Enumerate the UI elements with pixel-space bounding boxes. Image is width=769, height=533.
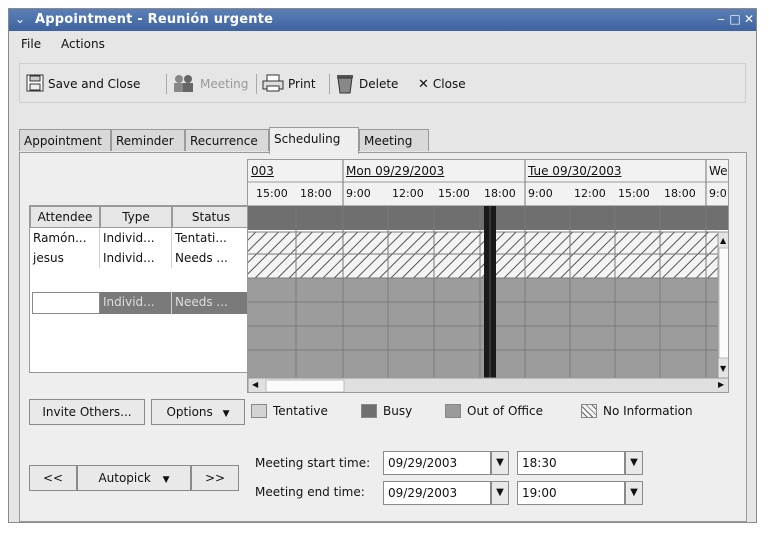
time-label: 15:00: [618, 187, 650, 200]
tab-meeting[interactable]: Meeting: [359, 129, 429, 151]
scroll-left-icon[interactable]: ◀: [252, 380, 258, 389]
meeting-label: Meeting: [200, 77, 249, 91]
menu-bar: File Actions: [9, 33, 756, 55]
toolbar-divider: [329, 74, 330, 94]
options-label: Options: [166, 405, 213, 419]
save-close-button[interactable]: Save and Close: [26, 72, 140, 96]
attendee-column-header[interactable]: Attendee: [30, 206, 100, 228]
start-date-field[interactable]: 09/29/2003: [383, 451, 491, 475]
title-bar[interactable]: ⌄ Appointment - Reunión urgente ‒ □ ✕: [9, 9, 756, 31]
legend-no-information: No Information: [581, 401, 693, 421]
time-label: 18:00: [664, 187, 696, 200]
toolbar-divider: [166, 74, 167, 94]
close-window-icon[interactable]: ✕: [742, 12, 756, 26]
end-date-field[interactable]: 09/29/2003: [383, 481, 491, 505]
date-label: 003: [251, 164, 274, 178]
start-time-dropdown[interactable]: ▼: [625, 451, 643, 475]
floppy-disk-icon: [26, 74, 44, 95]
printer-icon: [262, 74, 284, 95]
options-button[interactable]: Options ▼: [151, 399, 245, 425]
maximize-icon[interactable]: □: [728, 12, 742, 26]
schedule-grid[interactable]: 003 Mon 09/29/2003 Tue 09/30/2003 We 15:…: [247, 159, 729, 393]
time-label: 15:00: [256, 187, 288, 200]
status-column-header[interactable]: Status: [172, 206, 250, 228]
chevron-down-icon: ▼: [162, 475, 170, 485]
autopick-label: Autopick: [98, 471, 151, 485]
window-title: Appointment - Reunión urgente: [35, 12, 274, 27]
tentative-swatch: [251, 404, 267, 418]
busy-swatch: [361, 404, 377, 418]
invite-others-button[interactable]: Invite Others...: [29, 399, 145, 425]
tab-reminder[interactable]: Reminder: [111, 129, 185, 151]
window-menu-icon[interactable]: ⌄: [15, 12, 29, 26]
date-label: We: [709, 164, 728, 178]
new-attendee-type[interactable]: Individ...: [100, 292, 172, 314]
date-label: Mon 09/29/2003: [346, 164, 445, 178]
menu-actions[interactable]: Actions: [61, 37, 105, 51]
date-label: Tue 09/30/2003: [528, 164, 622, 178]
new-attendee-status[interactable]: Needs ...: [172, 292, 250, 314]
time-label: 12:00: [574, 187, 606, 200]
scroll-right-icon[interactable]: ▶: [718, 380, 724, 389]
attendee-name: Ramón...: [30, 228, 100, 248]
trash-icon: [335, 72, 355, 97]
scroll-up-icon[interactable]: ▲: [720, 236, 726, 245]
time-label: 9:0: [709, 187, 727, 200]
toolbar: Save and Close Meeting Print Delete ✕ Cl…: [19, 63, 746, 103]
time-label: 9:00: [346, 187, 371, 200]
tab-appointment[interactable]: Appointment: [19, 129, 111, 151]
menu-file[interactable]: File: [21, 37, 41, 51]
chevron-down-icon: ▼: [222, 409, 230, 419]
close-label: Close: [432, 77, 466, 91]
time-label: 18:00: [484, 187, 516, 200]
close-button[interactable]: ✕ Close: [418, 72, 466, 96]
start-time-field[interactable]: 18:30: [517, 451, 625, 475]
busy-label: Busy: [383, 404, 413, 418]
end-date-dropdown[interactable]: ▼: [491, 481, 509, 505]
print-label: Print: [288, 77, 316, 91]
attendee-table[interactable]: Attendee Type Status Ramón... Individ...…: [29, 205, 251, 373]
save-close-label: Save and Close: [48, 77, 141, 91]
people-icon: [172, 73, 196, 96]
out-of-office-swatch: [445, 404, 461, 418]
attendee-name: jesus: [30, 248, 100, 268]
no-information-swatch: [581, 404, 597, 418]
end-time-field[interactable]: 19:00: [517, 481, 625, 505]
meeting-start-label: Meeting start time:: [255, 456, 371, 470]
type-column-header[interactable]: Type: [100, 206, 172, 228]
attendee-status: Tentati...: [175, 231, 227, 245]
no-information-label: No Information: [603, 404, 693, 418]
scroll-down-icon[interactable]: ▼: [720, 364, 726, 373]
end-time-dropdown[interactable]: ▼: [625, 481, 643, 505]
time-label: 12:00: [392, 187, 424, 200]
tab-scheduling[interactable]: Scheduling: [269, 127, 359, 154]
time-label: 18:00: [300, 187, 332, 200]
meeting-button[interactable]: Meeting: [172, 72, 248, 96]
delete-button[interactable]: Delete: [335, 72, 398, 96]
legend-busy: Busy: [361, 401, 412, 421]
next-button[interactable]: >>: [191, 465, 239, 491]
print-button[interactable]: Print: [262, 72, 316, 96]
toolbar-divider: [256, 74, 257, 94]
out-of-office-label: Out of Office: [467, 404, 543, 418]
attendee-type: Individ...: [100, 228, 172, 248]
legend-out-of-office: Out of Office: [445, 401, 543, 421]
minimize-icon[interactable]: ‒: [714, 12, 728, 26]
time-label: 9:00: [528, 187, 553, 200]
attendee-status: Needs ...: [175, 251, 228, 265]
appointment-window: ⌄ Appointment - Reunión urgente ‒ □ ✕ Fi…: [8, 8, 757, 523]
meeting-end-label: Meeting end time:: [255, 485, 365, 499]
previous-button[interactable]: <<: [29, 465, 77, 491]
start-date-dropdown[interactable]: ▼: [491, 451, 509, 475]
time-label: 15:00: [438, 187, 470, 200]
delete-label: Delete: [359, 77, 399, 91]
tentative-label: Tentative: [273, 404, 328, 418]
legend-tentative: Tentative: [251, 401, 328, 421]
close-x-icon: ✕: [418, 76, 429, 92]
tab-recurrence[interactable]: Recurrence: [185, 129, 269, 151]
new-attendee-input[interactable]: [32, 292, 100, 314]
attendee-type: Individ...: [100, 248, 172, 268]
autopick-button[interactable]: Autopick ▼: [77, 465, 191, 491]
